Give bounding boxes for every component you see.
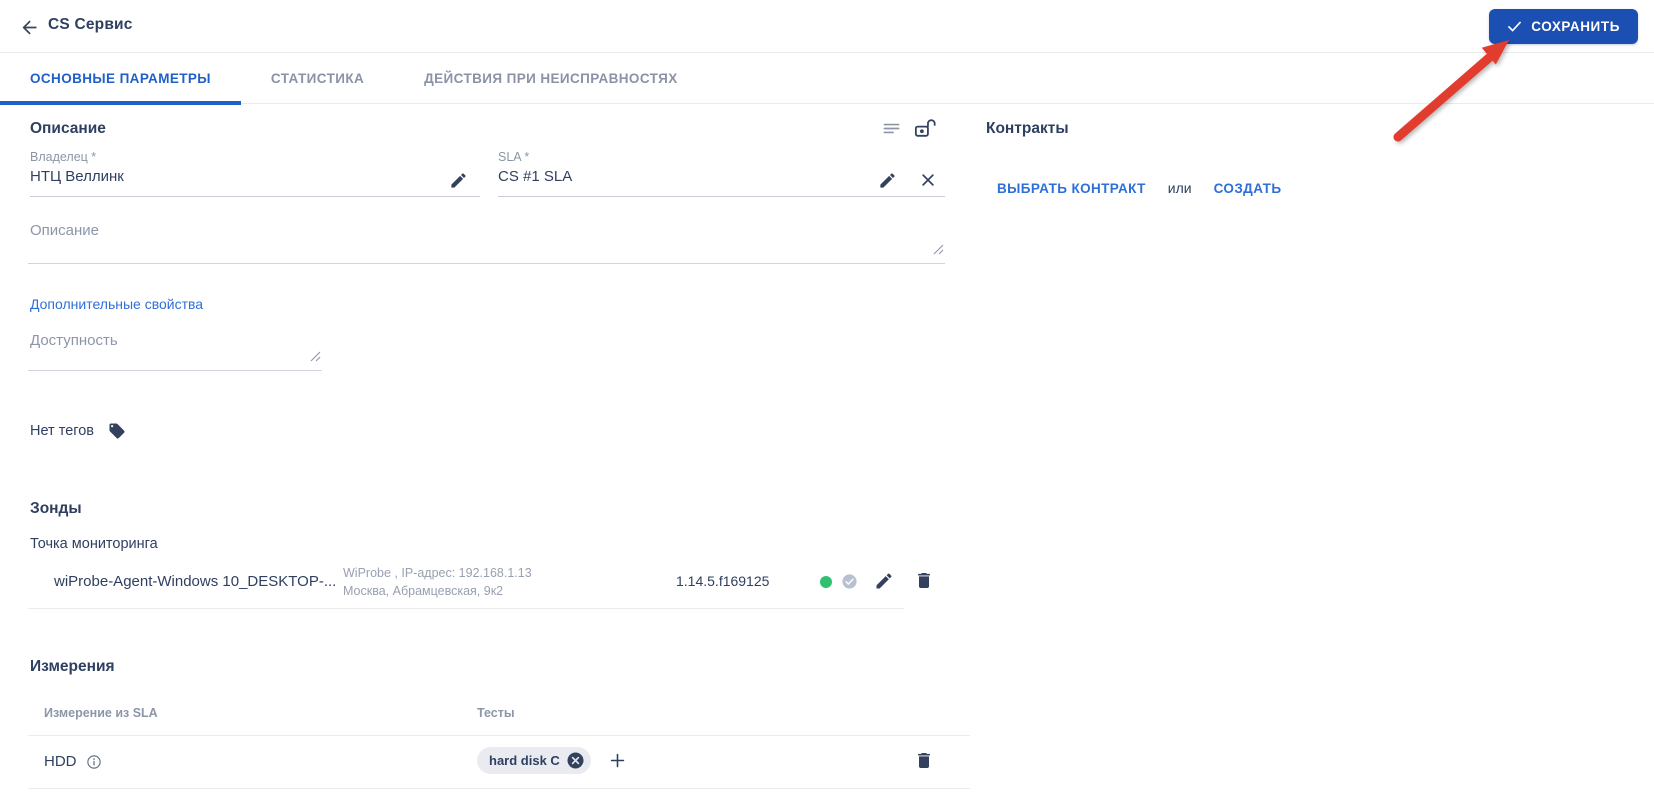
- tags-row: Нет тегов: [30, 422, 126, 440]
- owner-field-label: Владелец *: [30, 150, 97, 164]
- remove-test-icon[interactable]: [567, 752, 584, 769]
- edit-probe-icon[interactable]: [874, 571, 894, 591]
- tag-icon[interactable]: [108, 422, 126, 440]
- lock-open-icon[interactable]: [913, 116, 937, 140]
- sla-field[interactable]: SLA * CS #1 SLA: [498, 150, 945, 197]
- contracts-actions: ВЫБРАТЬ КОНТРАКТ или СОЗДАТЬ: [997, 180, 1281, 196]
- tab-statistics[interactable]: СТАТИСТИКА: [241, 53, 394, 104]
- save-button-label: СОХРАНИТЬ: [1531, 19, 1620, 34]
- tab-failure-actions[interactable]: ДЕЙСТВИЯ ПРИ НЕИСПРАВНОСТЯХ: [394, 53, 708, 104]
- probe-version: 1.14.5.f169125: [676, 573, 770, 589]
- availability-textarea-label: Доступность: [30, 332, 118, 349]
- or-label: или: [1167, 180, 1192, 196]
- monitoring-point-label: Точка мониторинга: [30, 536, 158, 552]
- create-contract-link[interactable]: СОЗДАТЬ: [1214, 181, 1282, 196]
- sla-field-label: SLA *: [498, 150, 530, 164]
- info-icon[interactable]: [86, 754, 102, 770]
- delete-measurement-icon[interactable]: [914, 750, 934, 771]
- arrow-back-icon: [19, 17, 40, 38]
- measurement-row-divider: [28, 788, 970, 789]
- probe-row-divider: [28, 608, 904, 609]
- tests-cell: hard disk C: [477, 747, 627, 774]
- probe-row: wiProbe-Agent-Windows 10_DESKTOP-... WiP…: [0, 556, 945, 609]
- additional-properties-link[interactable]: Дополнительные свойства: [30, 296, 203, 312]
- clear-sla-icon[interactable]: [919, 171, 937, 189]
- select-contract-link[interactable]: ВЫБРАТЬ КОНТРАКТ: [997, 181, 1146, 196]
- status-check-badge: [841, 573, 858, 590]
- notes-icon[interactable]: [882, 119, 901, 138]
- probe-info-line1: WiProbe , IP-адрес: 192.168.1.13: [343, 566, 532, 580]
- column-header-measurement: Измерение из SLA: [44, 706, 158, 720]
- description-textarea-label: Описание: [30, 222, 100, 239]
- service-edit-page: CS Сервис СОХРАНИТЬ ОСНОВНЫЕ ПАРАМЕТРЫ С…: [0, 0, 1654, 792]
- add-test-icon[interactable]: [608, 751, 627, 770]
- header-bar: CS Сервис СОХРАНИТЬ: [0, 0, 1654, 53]
- no-tags-label: Нет тегов: [30, 423, 95, 439]
- measurement-name-cell: HDD: [44, 753, 102, 770]
- save-button[interactable]: СОХРАНИТЬ: [1489, 9, 1638, 44]
- delete-probe-icon[interactable]: [914, 570, 934, 591]
- tab-bar: ОСНОВНЫЕ ПАРАМЕТРЫ СТАТИСТИКА ДЕЙСТВИЯ П…: [0, 53, 1654, 105]
- page-title: CS Сервис: [48, 16, 133, 33]
- status-online-dot: [820, 576, 832, 588]
- owner-field-value: НТЦ Веллинк: [30, 168, 124, 185]
- owner-field[interactable]: Владелец * НТЦ Веллинк: [30, 150, 480, 197]
- check-icon: [1507, 20, 1522, 33]
- tab-label: ОСНОВНЫЕ ПАРАМЕТРЫ: [30, 71, 211, 86]
- contracts-section-title: Контракты: [986, 120, 1069, 137]
- test-chip-label: hard disk C: [489, 753, 560, 768]
- measurements-section-title: Измерения: [30, 658, 115, 675]
- tab-label: ДЕЙСТВИЯ ПРИ НЕИСПРАВНОСТЯХ: [424, 71, 678, 86]
- probe-info: WiProbe , IP-адрес: 192.168.1.13 Москва,…: [343, 564, 532, 600]
- tab-main-params[interactable]: ОСНОВНЫЕ ПАРАМЕТРЫ: [0, 53, 241, 105]
- probe-name: wiProbe-Agent-Windows 10_DESKTOP-...: [54, 573, 337, 590]
- edit-sla-icon[interactable]: [878, 171, 897, 190]
- column-header-tests: Тесты: [477, 706, 515, 720]
- test-chip[interactable]: hard disk C: [477, 747, 591, 774]
- resize-handle-icon[interactable]: [933, 242, 944, 260]
- probe-info-line2: Москва, Абрамцевская, 9к2: [343, 584, 504, 598]
- availability-textarea[interactable]: Доступность: [28, 332, 322, 371]
- back-button[interactable]: [16, 14, 42, 40]
- description-toolbar: [882, 116, 937, 140]
- edit-owner-icon[interactable]: [449, 171, 468, 190]
- description-textarea[interactable]: Описание: [28, 222, 945, 264]
- measurement-name: HDD: [44, 753, 77, 770]
- resize-handle-icon[interactable]: [310, 349, 321, 367]
- description-section-title: Описание: [30, 120, 106, 137]
- probes-section-title: Зонды: [30, 500, 82, 517]
- main-content: Описание Владелец * НТЦ Веллинк SLA * CS…: [0, 104, 1654, 792]
- tab-label: СТАТИСТИКА: [270, 71, 365, 86]
- measurement-row: HDD hard disk C: [0, 735, 970, 789]
